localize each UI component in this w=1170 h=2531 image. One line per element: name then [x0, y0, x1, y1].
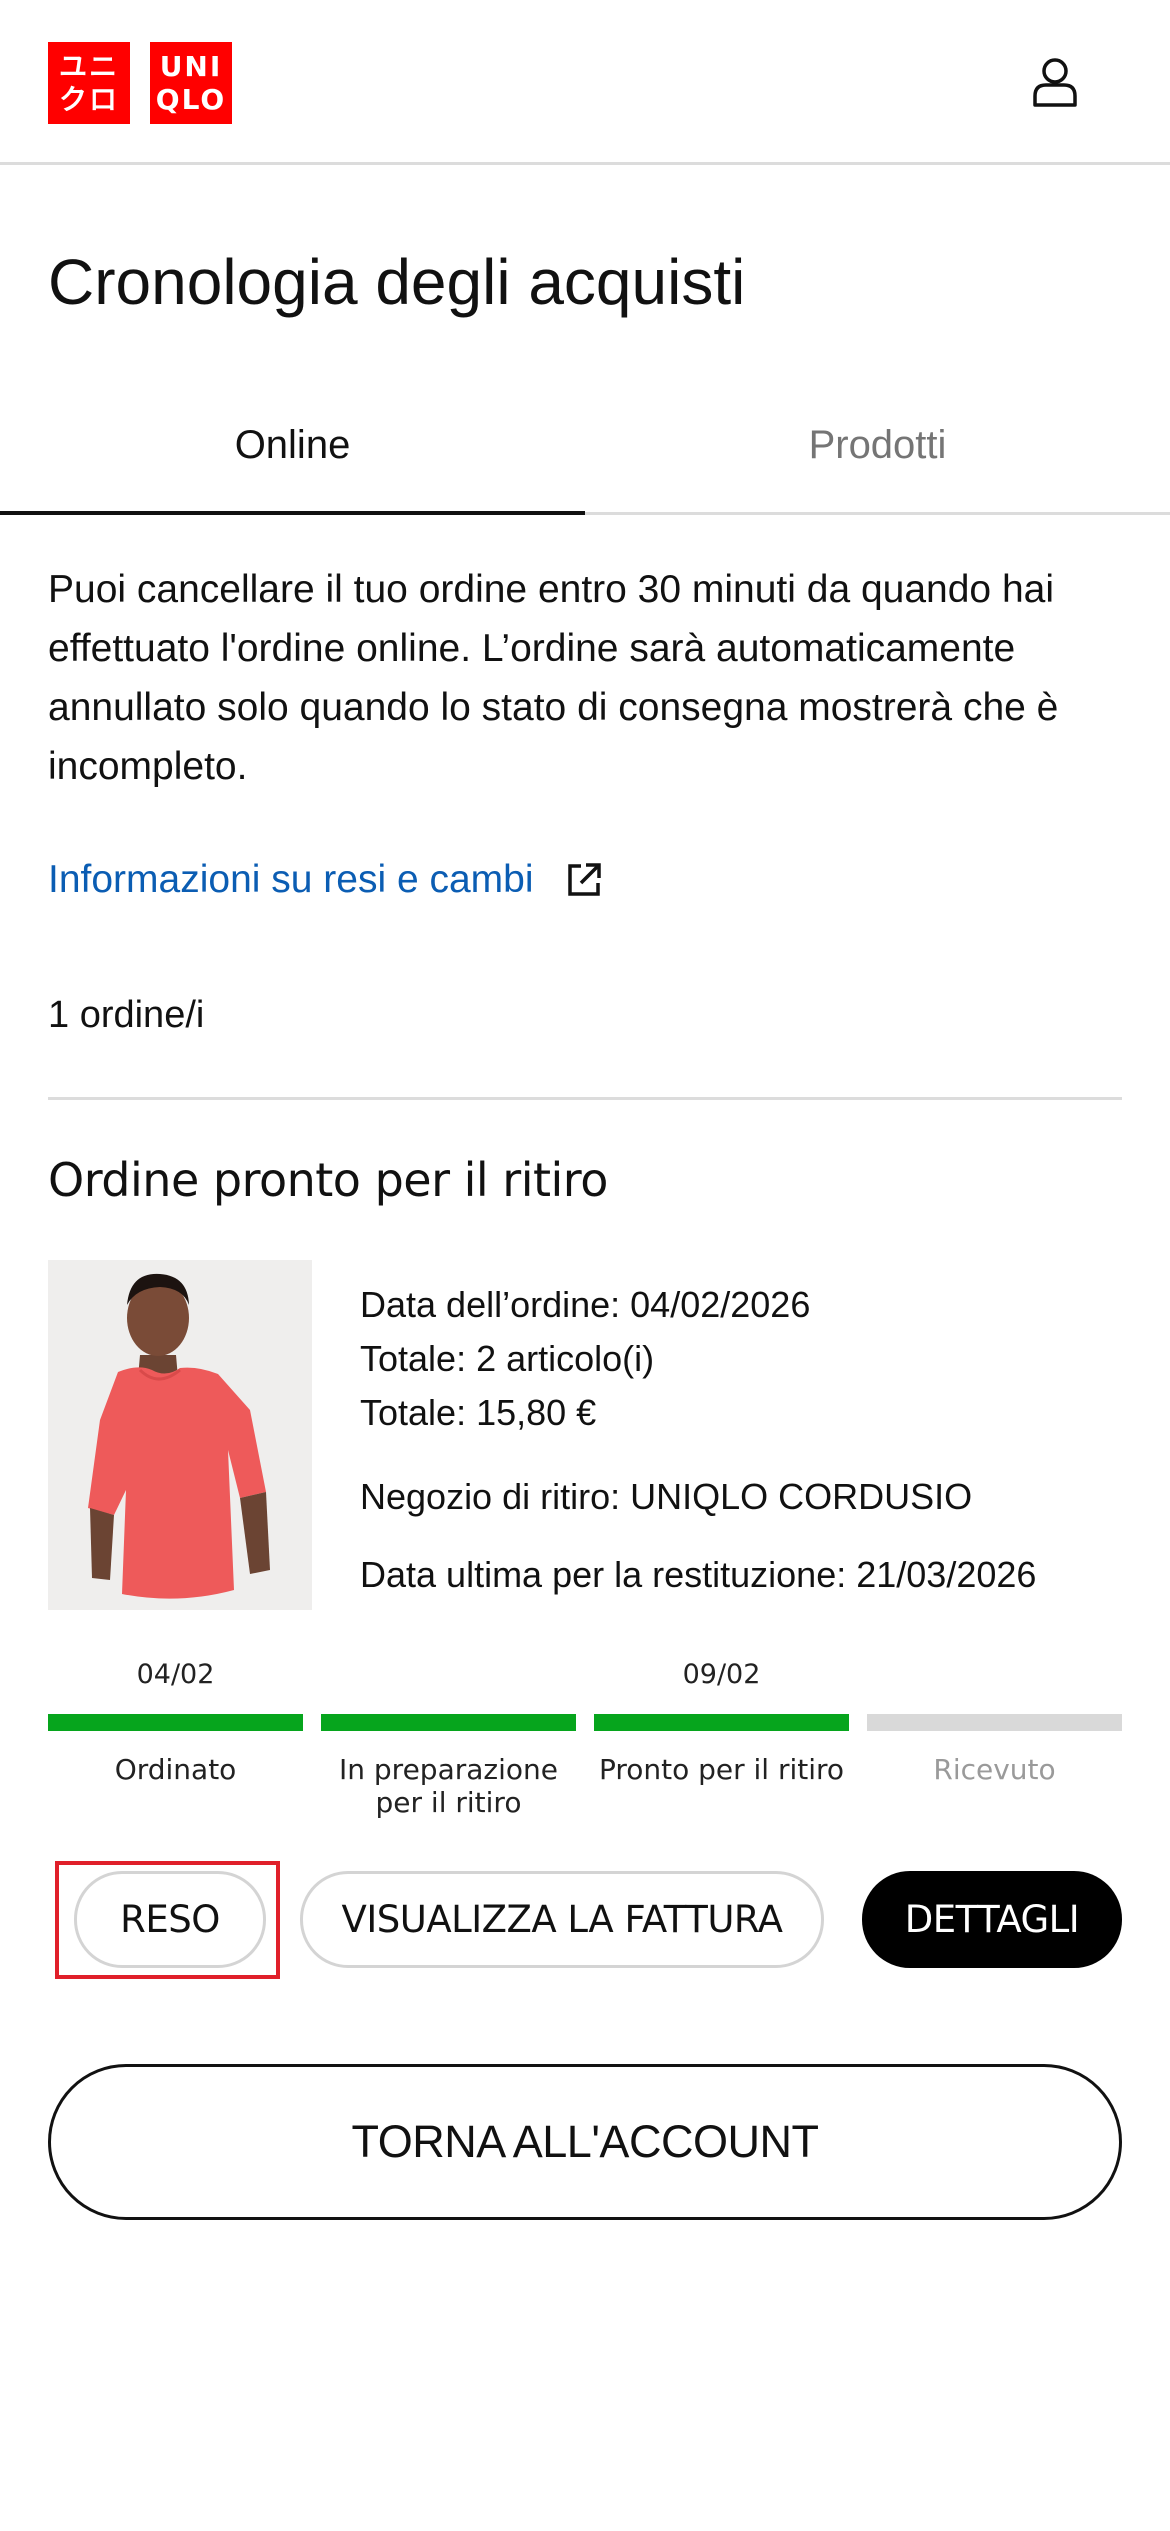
step-date — [321, 1650, 576, 1700]
order-items-total: Totale: 2 articolo(i) — [360, 1338, 655, 1379]
order-status-title: Ordine pronto per il ritiro — [48, 1153, 608, 1207]
tab-prodotti[interactable]: Prodotti — [585, 400, 1170, 512]
order-date: Data dell’ordine: 04/02/2026 — [360, 1284, 811, 1325]
step-bar — [48, 1714, 303, 1731]
step-label: Ordinato — [114, 1753, 237, 1786]
step-label: Ricevuto — [933, 1753, 1056, 1786]
return-button[interactable]: RESO — [74, 1871, 266, 1968]
details-button[interactable]: DETTAGLI — [862, 1871, 1122, 1968]
top-header: ユニ クロ UNI QLO — [0, 0, 1170, 165]
logo-katakana-bottom: クロ — [58, 83, 119, 116]
pickup-store: Negozio di ritiro: UNIQLO CORDUSIO — [360, 1476, 973, 1517]
progress-step-ordered: 04/02 Ordinato — [48, 1650, 303, 1786]
uniqlo-logo[interactable]: ユニ クロ UNI QLO — [48, 42, 232, 124]
step-date — [867, 1650, 1122, 1700]
logo-katakana-top: ユニ — [58, 50, 119, 83]
logo-latin-bottom: QLO — [155, 83, 227, 116]
returns-info-link[interactable]: Informazioni su resi e cambi — [48, 850, 604, 910]
logo-latin: UNI QLO — [150, 42, 232, 124]
page-title: Cronologia degli acquisti — [48, 246, 746, 318]
cancellation-info-text: Puoi cancellare il tuo ordine entro 30 m… — [48, 568, 1059, 788]
returns-info-link-label[interactable]: Informazioni su resi e cambi — [48, 850, 534, 910]
step-label: In preparazione per il ritiro — [339, 1753, 558, 1819]
step-label: Pronto per il ritiro — [598, 1753, 845, 1786]
view-invoice-button[interactable]: VISUALIZZA LA FATTURA — [300, 1871, 824, 1968]
progress-step-ready: 09/02 Pronto per il ritiro — [594, 1650, 849, 1786]
order-price-total: Totale: 15,80 € — [360, 1392, 597, 1433]
product-thumbnail[interactable] — [48, 1260, 312, 1610]
progress-step-received: Ricevuto — [867, 1650, 1122, 1786]
external-link-icon — [567, 863, 601, 896]
logo-latin-top: UNI — [159, 50, 223, 83]
step-bar — [594, 1714, 849, 1731]
product-photo-model-tshirt — [48, 1260, 312, 1610]
progress-step-preparing: In preparazione per il ritiro — [321, 1650, 576, 1819]
order-count: 1 ordine/i — [48, 994, 205, 1036]
return-deadline: Data ultima per la restituzione: 21/03/2… — [360, 1554, 1037, 1595]
step-bar — [867, 1714, 1122, 1731]
back-to-account-button[interactable]: TORNA ALL'ACCOUNT — [48, 2064, 1122, 2220]
user-icon[interactable] — [1030, 56, 1080, 108]
tab-bar: Online Prodotti — [0, 400, 1170, 515]
step-date: 04/02 — [136, 1659, 215, 1690]
order-details: Data dell’ordine: 04/02/2026 Totale: 2 a… — [360, 1278, 1036, 1602]
logo-katakana: ユニ クロ — [48, 42, 130, 124]
step-bar — [321, 1714, 576, 1731]
step-date: 09/02 — [682, 1659, 761, 1690]
tab-online[interactable]: Online — [0, 400, 585, 515]
divider — [48, 1097, 1122, 1100]
